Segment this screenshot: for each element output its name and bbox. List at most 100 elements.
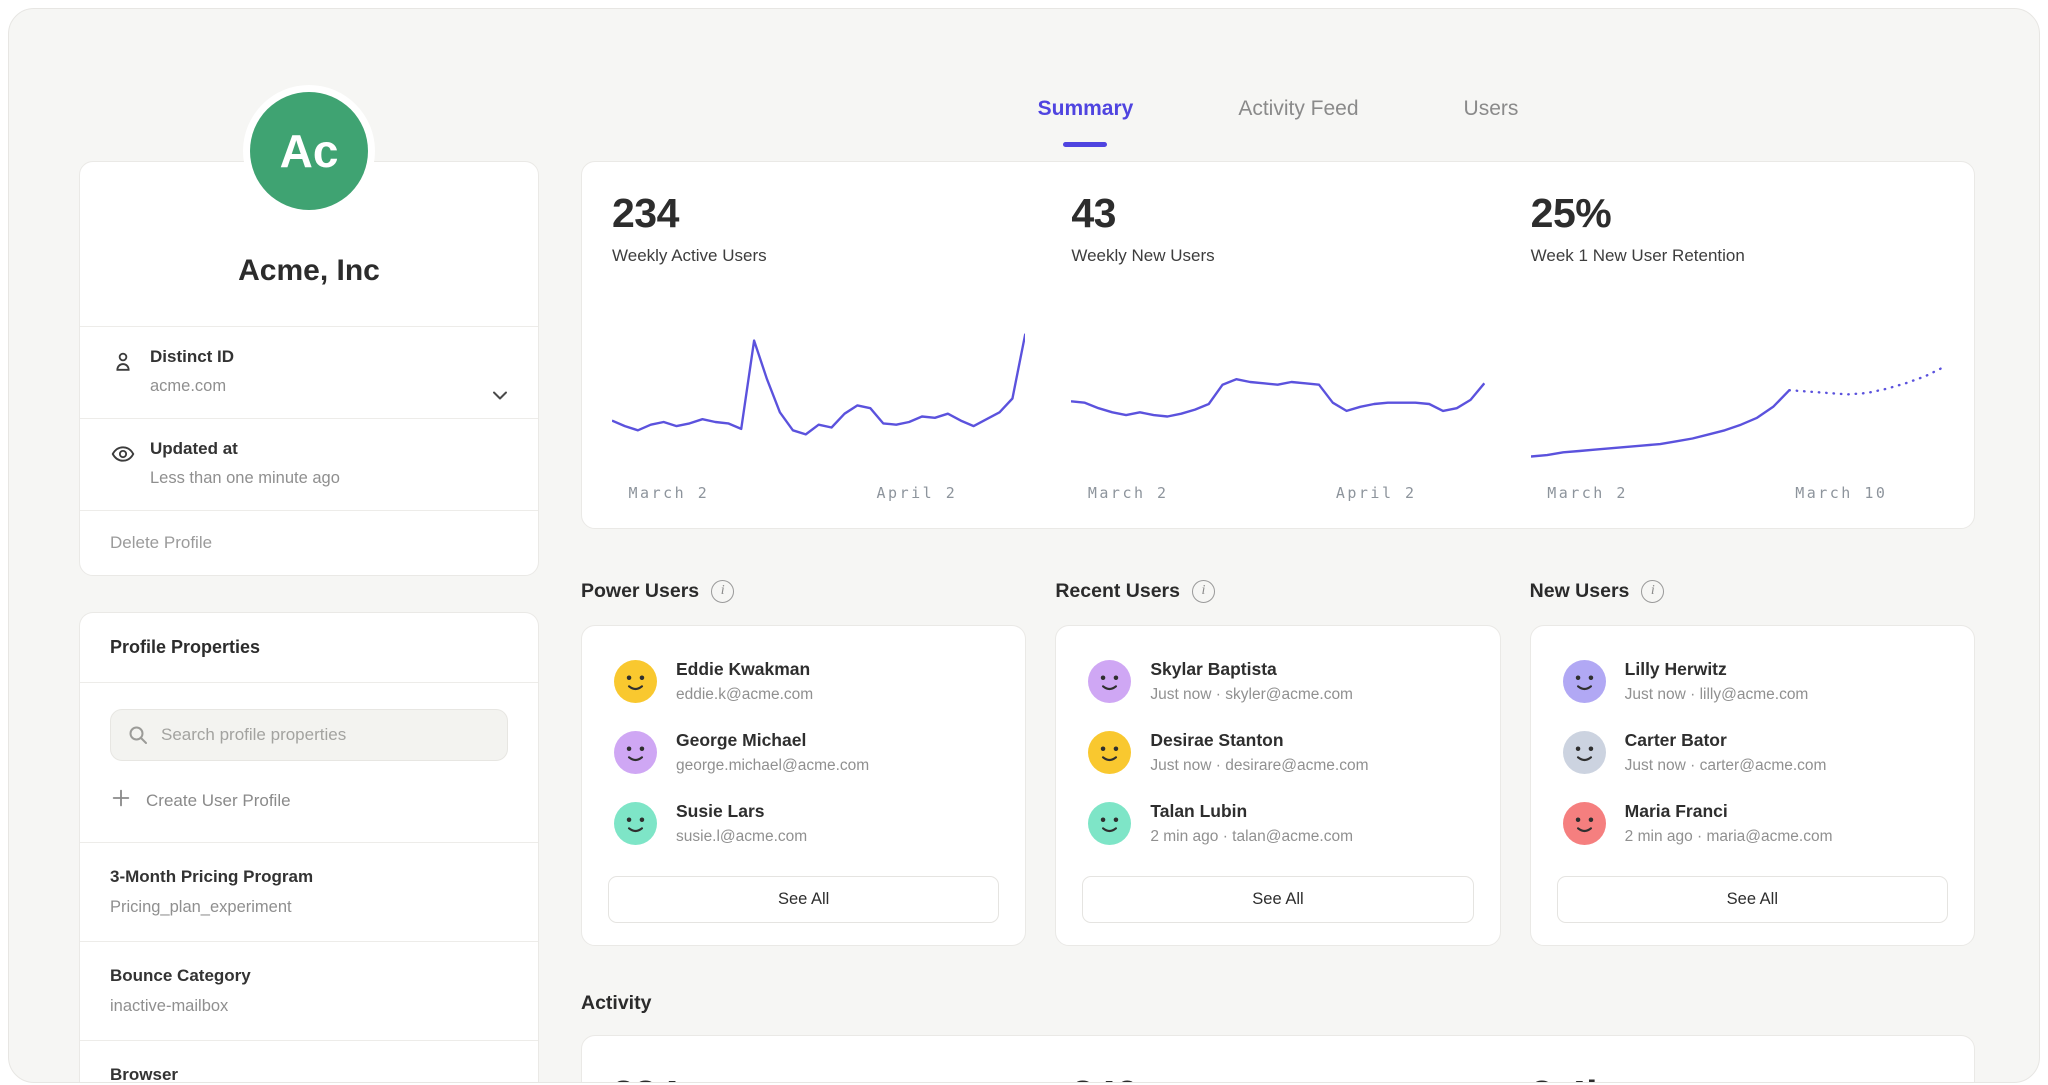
plus-icon (110, 787, 132, 814)
x-axis: March 2March 10 (1531, 482, 1944, 508)
info-icon[interactable]: i (1192, 580, 1215, 603)
property-label: Bounce Category (110, 966, 508, 986)
stat-column-weekly-new-users: 43Weekly New UsersMarch 2April 2 (1071, 190, 1484, 508)
field-row-distinct-id: Distinct ID acme.com (80, 326, 538, 418)
axis-tick: April 2 (1336, 484, 1417, 502)
user-avatar-icon (1088, 802, 1131, 845)
user-row-carter-bator[interactable]: Carter BatorJust now · carter@acme.com (1557, 717, 1948, 788)
create-user-profile-button[interactable]: Create User Profile (80, 761, 538, 842)
tab-bar: Summary Activity Feed Users (581, 9, 1975, 161)
user-name: Skylar Baptista (1150, 659, 1353, 680)
see-all-button[interactable]: See All (1557, 876, 1948, 923)
field-label: Distinct ID (150, 347, 478, 367)
company-avatar-circle: Ac (250, 92, 368, 210)
user-meta: eddie.k@acme.com (676, 686, 813, 704)
trend-chart-week-1-new-user-retention (1531, 318, 1944, 468)
app-window: Ac Acme, Inc Distinct ID acme.com (8, 8, 2040, 1083)
x-axis: March 2April 2 (1071, 482, 1484, 508)
user-name: Susie Lars (676, 801, 807, 822)
stat-column-weekly-active-users: 234Weekly Active UsersMarch 2April 2 (612, 190, 1025, 508)
activity-stat-value: 234 (612, 1072, 1025, 1083)
user-avatar-icon (1563, 802, 1606, 845)
user-row-eddie-kwakman[interactable]: Eddie Kwakman eddie.k@acme.com (608, 646, 999, 717)
user-text: Talan Lubin2 min ago · talan@acme.com (1150, 801, 1353, 846)
field-label: Updated at (150, 439, 478, 459)
person-icon (110, 349, 150, 380)
search-profile-properties-input[interactable] (110, 709, 508, 761)
user-meta: george.michael@acme.com (676, 757, 869, 775)
user-avatar-icon (1563, 731, 1606, 774)
user-text: Carter BatorJust now · carter@acme.com (1625, 730, 1827, 775)
profile-card: Ac Acme, Inc Distinct ID acme.com (79, 161, 539, 576)
see-all-button[interactable]: See All (1082, 876, 1473, 923)
user-meta: Just now · desirare@acme.com (1150, 757, 1368, 775)
delete-profile-button[interactable]: Delete Profile (80, 510, 538, 575)
user-row-lilly-herwitz[interactable]: Lilly HerwitzJust now · lilly@acme.com (1557, 646, 1948, 717)
property-value: inactive-mailbox (110, 997, 508, 1016)
user-row-skylar-baptista[interactable]: Skylar Baptista Just now · skyler@acme.co… (1082, 646, 1473, 717)
stat-label: Weekly Active Users (612, 246, 1025, 266)
trend-chart-weekly-active-users (612, 318, 1025, 468)
user-meta: 2 min ago · maria@acme.com (1625, 828, 1833, 846)
user-text: Lilly HerwitzJust now · lilly@acme.com (1625, 659, 1809, 704)
user-avatar-icon (1088, 660, 1131, 703)
section-title: Power Users (581, 580, 699, 603)
field-value: Less than one minute ago (150, 469, 478, 488)
axis-tick: March 10 (1795, 484, 1887, 502)
trend-chart-weekly-new-users (1071, 318, 1484, 468)
users-card-new-users: Lilly HerwitzJust now · lilly@acme.com C… (1530, 625, 1975, 946)
user-text: Desirae StantonJust now · desirare@acme.… (1150, 730, 1368, 775)
user-section-power-users: Power Users i Eddie Kwakman eddie.k@acme.c… (581, 577, 1026, 946)
property-value: Pricing_plan_experiment (110, 898, 508, 917)
user-avatar-icon (614, 731, 657, 774)
activity-section-title: Activity (581, 992, 1975, 1015)
user-section-recent-users: Recent Usersi Skylar Baptista Just now · … (1055, 577, 1500, 946)
search-wrap (110, 709, 508, 761)
user-text: Maria Franci 2 min ago · maria@acme.com (1625, 801, 1833, 846)
stat-label: Weekly New Users (1071, 246, 1484, 266)
property-rows: 3-Month Pricing Program Pricing_plan_expe… (80, 842, 538, 1083)
info-icon[interactable]: i (711, 580, 734, 603)
stat-column-week-1-new-user-retention: 25% Week 1 New User Retention March 2March… (1531, 190, 1944, 508)
profile-properties-title: Profile Properties (80, 613, 538, 683)
activity-stat-value: 240 (1071, 1072, 1484, 1083)
user-text: Susie Larssusie.l@acme.com (676, 801, 807, 846)
activity-stats-grid: 2342403.4k (612, 1072, 1944, 1083)
users-card-power-users: Eddie Kwakman eddie.k@acme.com George Mic… (581, 625, 1026, 946)
stat-label: Week 1 New User Retention (1531, 246, 1944, 266)
user-meta: Just now · carter@acme.com (1625, 757, 1827, 775)
profile-properties-card: Profile Properties (79, 612, 539, 1083)
section-header-recent-users: Recent Usersi (1055, 577, 1500, 605)
stat-value: 25% (1531, 190, 1944, 237)
tab-summary[interactable]: Summary (1038, 95, 1134, 123)
section-header-power-users: Power Users i (581, 577, 1026, 605)
user-meta: 2 min ago · talan@acme.com (1150, 828, 1353, 846)
user-row-george-michael[interactable]: George Michaelgeorge.michael@acme.com (608, 717, 999, 788)
user-row-susie-lars[interactable]: Susie Larssusie.l@acme.com (608, 788, 999, 859)
user-text: George Michaelgeorge.michael@acme.com (676, 730, 869, 775)
user-meta: Just now · skyler@acme.com (1150, 686, 1353, 704)
user-section-new-users: New Usersi Lilly HerwitzJust now · lilly… (1530, 577, 1975, 946)
tab-activity-feed[interactable]: Activity Feed (1238, 95, 1358, 123)
user-avatar-icon (1563, 660, 1606, 703)
user-avatar-icon (1088, 731, 1131, 774)
chevron-down-icon[interactable] (488, 383, 512, 412)
user-text: Eddie Kwakman eddie.k@acme.com (676, 659, 813, 704)
user-name: Eddie Kwakman (676, 659, 813, 680)
info-icon[interactable]: i (1641, 580, 1664, 603)
user-sections-grid: Power Users i Eddie Kwakman eddie.k@acme.c… (581, 577, 1975, 946)
property-row-browser: BrowserChrome (80, 1040, 538, 1083)
user-row-maria-franci[interactable]: Maria Franci 2 min ago · maria@acme.com (1557, 788, 1948, 859)
user-name: Maria Franci (1625, 801, 1833, 822)
user-row-talan-lubin[interactable]: Talan Lubin2 min ago · talan@acme.com (1082, 788, 1473, 859)
create-user-profile-label: Create User Profile (146, 791, 291, 811)
property-label: 3-Month Pricing Program (110, 867, 508, 887)
main-content: Summary Activity Feed Users 234 Weekly Acti… (581, 9, 1975, 1083)
user-name: Lilly Herwitz (1625, 659, 1809, 680)
user-row-desirae-stanton[interactable]: Desirae StantonJust now · desirare@acme.… (1082, 717, 1473, 788)
axis-tick: April 2 (877, 484, 958, 502)
section-header-new-users: New Usersi (1530, 577, 1975, 605)
x-axis: March 2April 2 (612, 482, 1025, 508)
see-all-button[interactable]: See All (608, 876, 999, 923)
tab-users[interactable]: Users (1464, 95, 1519, 123)
